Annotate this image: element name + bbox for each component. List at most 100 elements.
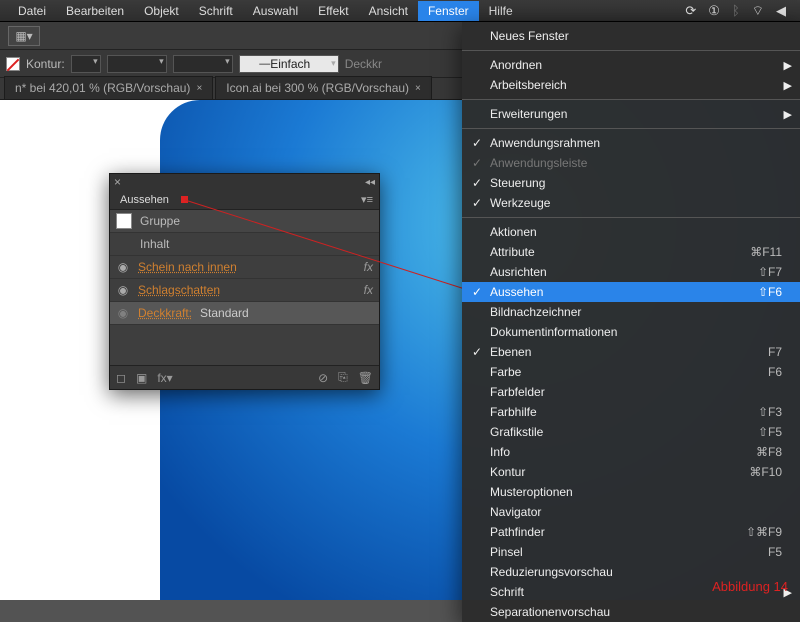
fenster-dropdown: Neues Fenster Anordnen▶Arbeitsbereich▶ Erw… (462, 22, 800, 622)
visibility-icon[interactable]: ◉ (116, 306, 130, 320)
annotation-marker (181, 196, 188, 203)
menu-hilfe[interactable]: Hilfe (479, 1, 523, 21)
menu-item[interactable]: Farbfelder (462, 382, 800, 402)
fx-icon[interactable]: fx (364, 260, 373, 274)
menu-item[interactable]: Separationenvorschau (462, 602, 800, 622)
menu-item[interactable]: Ausrichten⇧F7 (462, 262, 800, 282)
bluetooth-icon[interactable]: ᛒ (726, 3, 746, 18)
effect-row[interactable]: ◉ Schlagschatten fx (110, 279, 379, 302)
wifi-icon[interactable]: ⌔ (746, 3, 770, 19)
submenu-arrow-icon: ▶ (784, 59, 792, 72)
menu-item[interactable]: ✓Werkzeuge (462, 193, 800, 213)
stroke-width-dropdown[interactable] (107, 55, 167, 73)
menu-item[interactable]: Navigator (462, 502, 800, 522)
shortcut-label: ⌘F8 (756, 445, 782, 459)
menu-item-label: Ebenen (490, 345, 768, 359)
close-icon[interactable]: × (114, 175, 121, 189)
menu-schrift[interactable]: Schrift (189, 1, 243, 21)
menu-item-label: Steuerung (490, 176, 782, 190)
menu-item-label: Pinsel (490, 545, 768, 559)
menu-item[interactable]: Aktionen (462, 222, 800, 242)
menu-datei[interactable]: Datei (8, 1, 56, 21)
shortcut-label: ⌘F10 (749, 465, 782, 479)
trash-icon[interactable]: 🗑 (358, 371, 373, 385)
document-tab[interactable]: n* bei 420,01 % (RGB/Vorschau)× (4, 76, 213, 99)
menu-item[interactable]: FarbeF6 (462, 362, 800, 382)
menu-item-label: Erweiterungen (490, 107, 782, 121)
menu-item[interactable]: Pathfinder⇧⌘F9 (462, 522, 800, 542)
menu-item-label: Navigator (490, 505, 782, 519)
shortcut-label: ⇧F3 (758, 405, 782, 419)
fill-swatch[interactable] (6, 57, 20, 71)
menu-item[interactable]: Neues Fenster (462, 26, 800, 46)
duplicate-icon[interactable]: ⎘ (338, 370, 348, 385)
submenu-arrow-icon: ▶ (784, 108, 792, 121)
shortcut-label: ⇧⌘F9 (746, 525, 782, 539)
fx-icon[interactable]: fx (364, 283, 373, 297)
opacity-row[interactable]: ◉ Deckkraft: Standard (110, 302, 379, 325)
menu-objekt[interactable]: Objekt (134, 1, 189, 21)
menu-separator (462, 99, 800, 100)
close-tab-icon[interactable]: × (415, 83, 421, 94)
menu-item[interactable]: Attribute⌘F11 (462, 242, 800, 262)
menu-item[interactable]: ✓Aussehen⇧F6 (462, 282, 800, 302)
opacity-label[interactable]: Deckkraft: (138, 306, 192, 320)
menu-item[interactable]: Arbeitsbereich▶ (462, 75, 800, 95)
menu-item[interactable]: Grafikstile⇧F5 (462, 422, 800, 442)
kontur-label: Kontur: (26, 57, 65, 71)
menu-auswahl[interactable]: Auswahl (243, 1, 308, 21)
check-icon: ✓ (472, 176, 482, 190)
stroke-width2-dropdown[interactable] (173, 55, 233, 73)
menu-item-label: Bildnachzeichner (490, 305, 782, 319)
document-tab[interactable]: Icon.ai bei 300 % (RGB/Vorschau)× (215, 76, 432, 99)
stroke-weight-dropdown[interactable] (71, 55, 101, 73)
notification-icon[interactable]: ① (702, 3, 726, 19)
shortcut-label: F7 (768, 345, 782, 359)
menu-item-label: Info (490, 445, 756, 459)
menu-item[interactable]: Musteroptionen (462, 482, 800, 502)
menu-item-label: Dokumentinformationen (490, 325, 782, 339)
swatch-icon (116, 213, 132, 229)
menu-item[interactable]: Farbhilfe⇧F3 (462, 402, 800, 422)
panel-tab[interactable]: Aussehen (116, 191, 173, 209)
effect-label[interactable]: Schlagschatten (138, 283, 356, 297)
new-stroke-icon[interactable]: ▣ (136, 371, 147, 385)
appearance-target-row[interactable]: Gruppe (110, 210, 379, 233)
menu-item[interactable]: ✓EbenenF7 (462, 342, 800, 362)
collapse-icon[interactable]: ◂◂ (365, 177, 375, 188)
figure-caption: Abbildung 14 (712, 579, 788, 594)
menu-ansicht[interactable]: Ansicht (359, 1, 418, 21)
menu-item[interactable]: Info⌘F8 (462, 442, 800, 462)
menu-fenster[interactable]: Fenster (418, 1, 479, 21)
new-fill-icon[interactable]: ◻ (116, 371, 126, 385)
clear-icon[interactable]: ⊘ (318, 371, 328, 385)
stroke-profile-dropdown[interactable]: — Einfach (239, 55, 339, 73)
close-tab-icon[interactable]: × (196, 83, 202, 94)
menu-separator (462, 128, 800, 129)
menu-item[interactable]: ✓ Steuerung (462, 173, 800, 193)
layout-button[interactable]: ▦▾ (8, 26, 40, 46)
contents-row[interactable]: Inhalt (110, 233, 379, 256)
visibility-icon[interactable]: ◉ (116, 283, 130, 297)
panel-menu-icon[interactable]: ▾≡ (361, 193, 373, 206)
effect-row[interactable]: ◉ Schein nach innen fx (110, 256, 379, 279)
menu-bearbeiten[interactable]: Bearbeiten (56, 1, 134, 21)
menu-item[interactable]: Anordnen▶ (462, 55, 800, 75)
menu-item[interactable]: PinselF5 (462, 542, 800, 562)
menu-separator (462, 217, 800, 218)
volume-icon[interactable]: ◀ (770, 3, 792, 19)
visibility-icon[interactable]: ◉ (116, 260, 130, 274)
menu-effekt[interactable]: Effekt (308, 1, 358, 21)
effect-label[interactable]: Schein nach innen (138, 260, 356, 274)
panel-titlebar[interactable]: × ◂◂ (110, 174, 379, 190)
menu-item-label: Farbhilfe (490, 405, 758, 419)
sync-icon[interactable]: ⟳ (679, 3, 702, 19)
fx-menu-icon[interactable]: fx▾ (157, 371, 172, 385)
menu-item[interactable]: ✓Anwendungsrahmen (462, 133, 800, 153)
menu-item[interactable]: Dokumentinformationen (462, 322, 800, 342)
menu-item[interactable]: Kontur⌘F10 (462, 462, 800, 482)
menu-item[interactable]: Bildnachzeichner (462, 302, 800, 322)
menu-item[interactable]: Erweiterungen▶ (462, 104, 800, 124)
menu-item-label: Aktionen (490, 225, 782, 239)
menu-item-label: Musteroptionen (490, 485, 782, 499)
